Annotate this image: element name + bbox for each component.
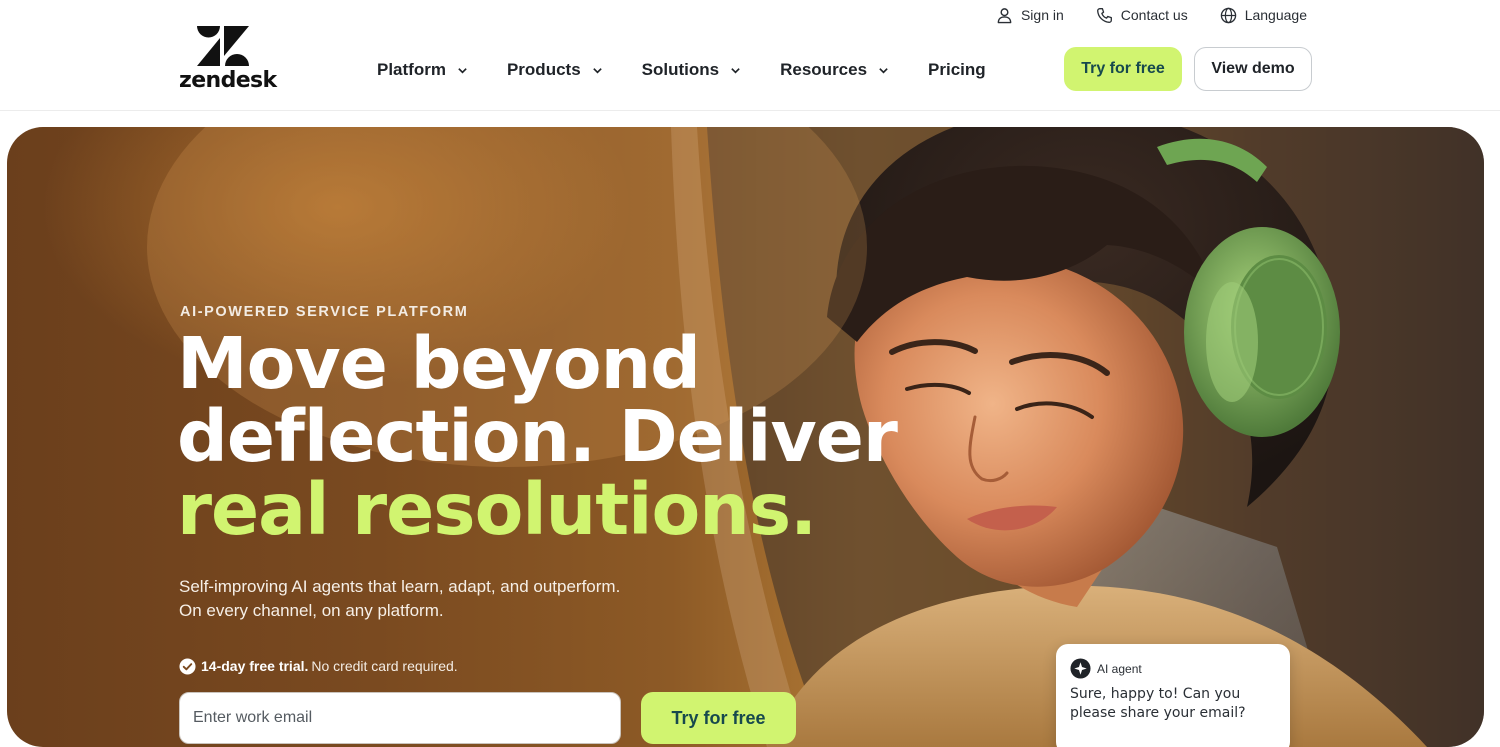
try-for-free-button[interactable]: Try for free [1064, 47, 1182, 91]
headline-line-2: deflection. Deliver [177, 395, 898, 478]
trial-rest-text: No credit card required. [311, 658, 458, 674]
language-selector[interactable]: Language [1220, 7, 1307, 24]
nav-solutions[interactable]: Solutions [642, 60, 741, 80]
sign-in-label: Sign in [1020, 7, 1064, 23]
nav-platform-label: Platform [377, 60, 446, 79]
nav-products-label: Products [506, 60, 581, 79]
sign-in-link[interactable]: Sign in [996, 7, 1064, 24]
headline-line-1: Move beyond [177, 322, 701, 405]
phone-icon [1096, 7, 1112, 23]
chat-message: Sure, happy to! Can you please share you… [1070, 686, 1246, 721]
utility-nav: Sign in Contact us Language [996, 4, 1307, 26]
ai-agent-icon [1070, 658, 1091, 679]
hero-eyebrow: AI-POWERED SERVICE PLATFORM [180, 304, 469, 320]
view-demo-button[interactable]: View demo [1194, 47, 1312, 91]
zendesk-logo[interactable]: zendesk [179, 26, 277, 93]
chevron-down-icon [592, 67, 602, 74]
chat-agent-label: AI agent [1097, 661, 1142, 676]
chat-header: AI agent [1070, 658, 1276, 679]
check-circle-icon [179, 657, 196, 675]
nav-platform[interactable]: Platform [377, 60, 468, 80]
nav-resources[interactable]: Resources [780, 60, 889, 80]
globe-icon [1220, 7, 1236, 23]
nav-pricing-label: Pricing [928, 60, 986, 79]
language-label: Language [1244, 7, 1307, 23]
headline-line-3-accent: real resolutions. [177, 468, 817, 551]
ai-agent-chat-card: AI agent Sure, happy to! Can you please … [1056, 644, 1290, 747]
logo-wordmark: zendesk [179, 68, 277, 93]
hero-subcopy: Self-improving AI agents that learn, ada… [179, 575, 679, 623]
main-nav: Platform Products Solutions Resources Pr… [377, 58, 986, 82]
chevron-down-icon [731, 67, 740, 74]
person-icon [997, 7, 1012, 23]
hero-section: AI-POWERED SERVICE PLATFORM Move beyond … [7, 127, 1484, 747]
nav-products[interactable]: Products [507, 60, 603, 80]
subcopy-line-1: Self-improving AI agents that learn, ada… [179, 577, 621, 596]
hero-headline: Move beyond deflection. Deliver real res… [177, 322, 898, 551]
nav-resources-label: Resources [780, 60, 868, 79]
nav-solutions-label: Solutions [641, 60, 720, 79]
chevron-down-icon [879, 67, 888, 74]
chevron-down-icon [458, 67, 467, 74]
work-email-input[interactable] [179, 692, 621, 744]
trial-note: 14-day free trial. No credit card requir… [179, 656, 458, 676]
nav-pricing[interactable]: Pricing [928, 60, 986, 80]
site-header: zendesk Sign in Contact us Language Plat… [0, 0, 1500, 111]
zendesk-logo-mark [197, 26, 249, 66]
subcopy-line-2: On every channel, on any platform. [179, 601, 444, 620]
contact-us-link[interactable]: Contact us [1096, 7, 1188, 24]
trial-bold-text: 14-day free trial. [201, 658, 309, 674]
contact-us-label: Contact us [1120, 7, 1188, 23]
hero-try-for-free-button[interactable]: Try for free [641, 692, 796, 744]
